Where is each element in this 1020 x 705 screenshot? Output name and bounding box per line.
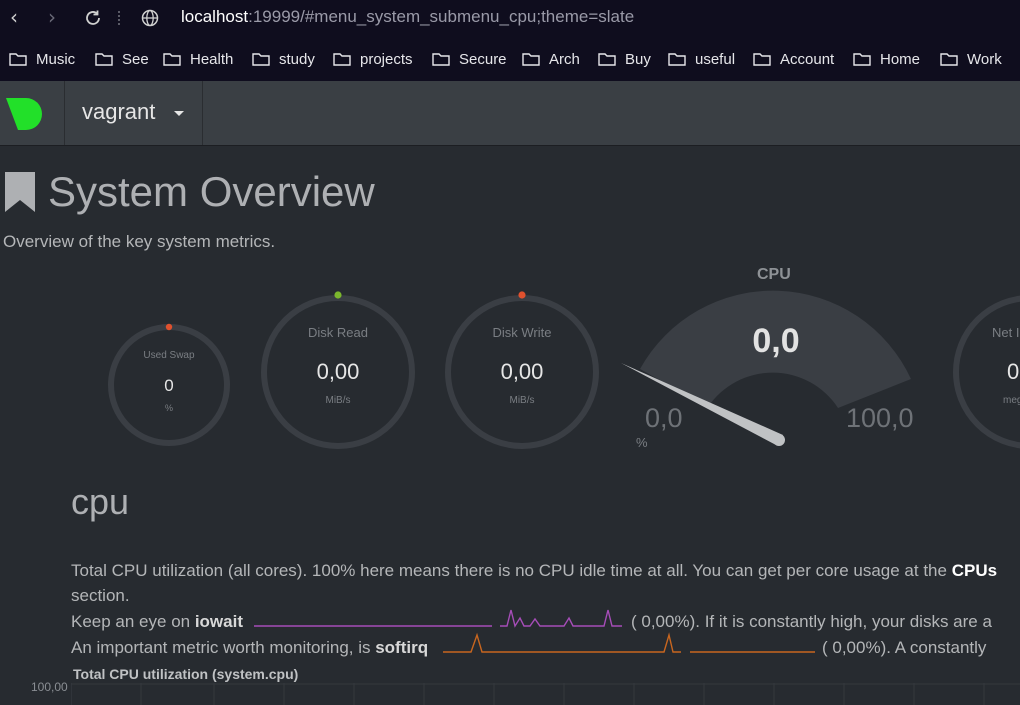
bookmark-study[interactable]: study [252,46,315,72]
disk-write-unit: MiB/s [509,395,535,406]
globe-icon [141,9,159,27]
bookmark-icon [5,172,35,212]
folder-icon [9,53,27,66]
bookmark-secure[interactable]: Secure [432,46,507,72]
bookmarks-bar: Music See Health study projects Secure A… [0,46,1020,72]
folder-icon [252,53,270,66]
app-header: vagrant [0,81,1020,146]
cpu-gauge-unit: % [636,435,648,450]
swap-label: Used Swap [143,350,195,361]
disk-write-label: Disk Write [492,325,552,340]
iowait-percent: ( 0,00%). If it is constantly high, your… [631,612,992,631]
bookmark-music[interactable]: Music [9,46,75,72]
cpu-chart-grid [71,683,1020,705]
folder-icon [432,53,450,66]
swap-value: 0 [164,376,174,395]
bookmark-arch[interactable]: Arch [522,46,580,72]
netdata-logo-icon [6,98,42,130]
folder-icon [333,53,351,66]
disk-read-value: 0,00 [316,359,360,384]
chart-y-max-label: 100,00 [31,680,68,694]
back-icon[interactable]: ‹ [3,6,25,28]
hostname: vagrant [82,99,156,124]
bookmark-work[interactable]: Work [940,46,1002,72]
softirq-percent: ( 0,00%). A constantly [822,638,987,657]
cpu-description-2: section. [71,586,130,605]
section-heading: cpu [71,481,130,522]
folder-icon [853,53,871,66]
caret-down-icon [174,111,184,116]
forward-icon[interactable]: › [41,6,63,28]
net-label: Net I [992,325,1020,340]
bookmark-buy[interactable]: Buy [598,46,651,72]
cpu-description: Total CPU utilization (all cores). 100% … [71,561,998,580]
net-value: 0 [1007,359,1020,384]
bookmark-health[interactable]: Health [163,46,233,72]
cpu-gauge-max: 100,0 [846,403,914,433]
disk-read-unit: MiB/s [325,395,351,406]
cpu-gauge-min: 0,0 [645,403,683,433]
chart-title: Total CPU utilization (system.cpu) [73,666,299,682]
net-unit: meg [1003,395,1020,406]
bookmark-useful[interactable]: useful [668,46,735,72]
iowait-sparkline [254,609,622,628]
toolbar-separator [118,11,122,25]
softirq-sparkline [443,632,815,653]
bookmark-account[interactable]: Account [753,46,834,72]
cpu-gauge-value: 0,0 [752,322,800,360]
netdata-logo[interactable] [0,81,65,145]
folder-icon [940,53,958,66]
disk-read-label: Disk Read [308,325,368,340]
bookmark-see[interactable]: See [95,46,149,72]
folder-icon [163,53,181,66]
page-subtitle: Overview of the key system metrics. [3,232,276,251]
reload-icon[interactable] [83,8,103,28]
cpu-gauge-title: CPU [757,266,791,283]
cpus-link[interactable]: CPUs [952,561,997,580]
folder-icon [95,53,113,66]
folder-icon [753,53,771,66]
bookmark-home[interactable]: Home [853,46,920,72]
browser-toolbar: ‹ › localhost:19999/#menu_system_submenu… [0,0,1020,81]
swap-unit: % [164,403,173,413]
host-selector[interactable]: vagrant [64,81,203,145]
folder-icon [598,53,616,66]
address-bar[interactable]: localhost:19999/#menu_system_submenu_cpu… [181,7,634,27]
folder-icon [522,53,540,66]
page-title: System Overview [48,168,375,215]
bookmark-projects[interactable]: projects [333,46,413,72]
disk-write-value: 0,00 [500,359,544,384]
iowait-line: Keep an eye on iowait [71,612,243,631]
softirq-line: An important metric worth monitoring, is… [71,638,429,657]
folder-icon [668,53,686,66]
